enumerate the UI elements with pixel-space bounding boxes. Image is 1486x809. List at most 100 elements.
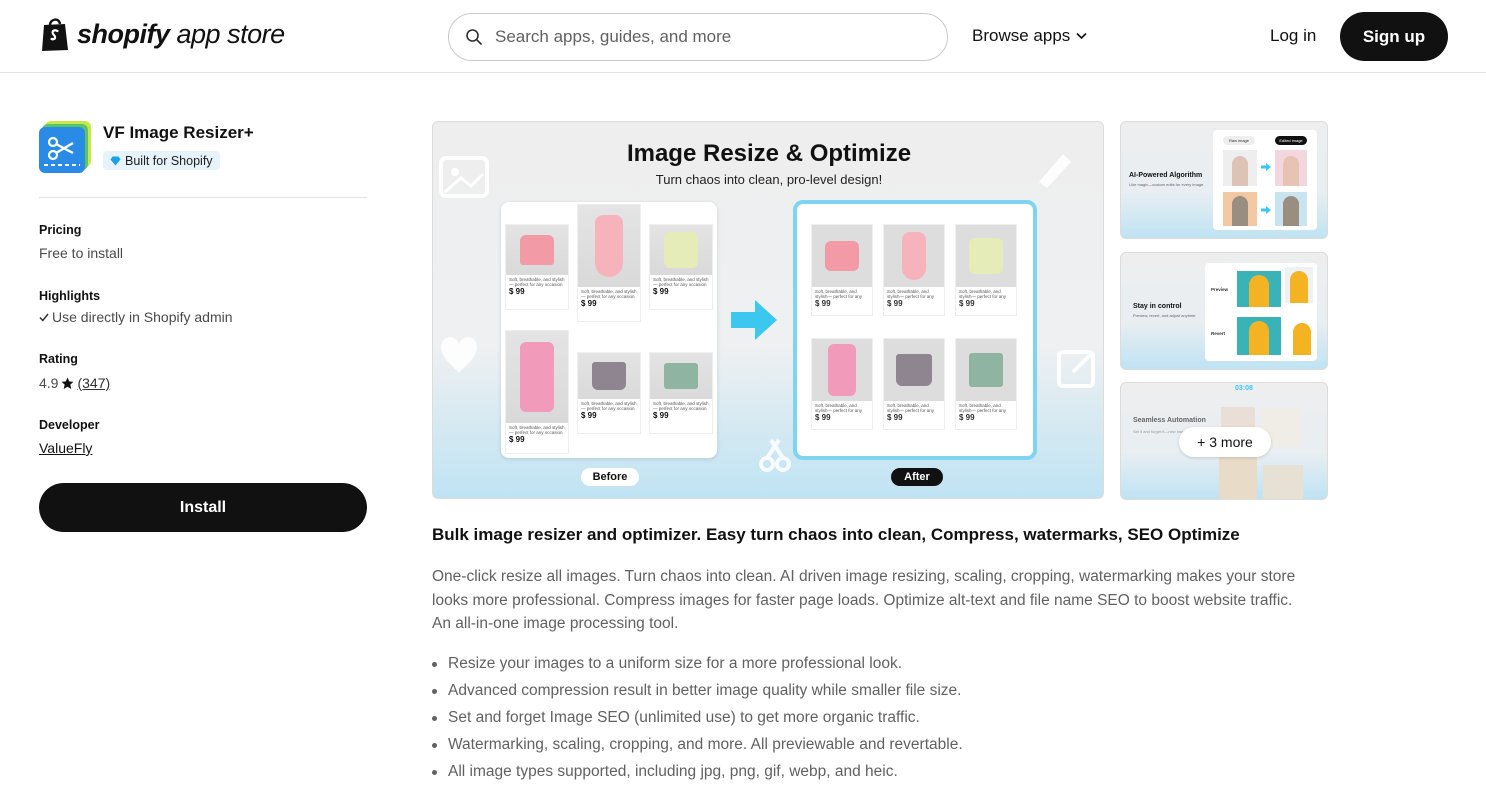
top-header: shopify app store Browse apps Log in Sig… (0, 0, 1486, 73)
product-price: $ 99 (581, 299, 597, 308)
login-link[interactable]: Log in (1270, 26, 1316, 46)
pricing-label: Pricing (39, 223, 82, 237)
blouse-image (664, 232, 698, 268)
product-caption: Soft, breathable, and stylish— perfect f… (887, 289, 935, 299)
reviews-count-link[interactable]: (347) (77, 375, 110, 391)
badge-label: Built for Shopify (125, 153, 213, 168)
developer-link[interactable]: ValueFly (39, 440, 92, 456)
product-card: Soft, breathable, and stylish— perfect f… (577, 204, 641, 322)
product-caption: Soft, breathable, and stylish— perfect f… (887, 403, 935, 413)
arrow-right-icon (731, 300, 777, 340)
browse-apps-label: Browse apps (972, 26, 1071, 45)
logo-wordmark: shopify app store (77, 18, 285, 49)
product-price: $ 99 (653, 411, 669, 420)
product-card: Soft, breathable, and stylish— perfect f… (955, 224, 1017, 316)
rating-value: 4.9 (39, 375, 59, 391)
product-price: $ 99 (815, 299, 831, 308)
thumb-clock: 03:08 (1235, 385, 1253, 392)
app-description: One-click resize all images. Turn chaos … (432, 568, 1296, 632)
thumb-card: Preview Revert (1205, 263, 1317, 361)
thumb-title: Stay in control (1133, 303, 1182, 310)
app-icon (39, 121, 91, 173)
sweater-image (520, 235, 554, 265)
hero-subtitle: Turn chaos into clean, pro-level design! (655, 172, 883, 187)
after-label: After (891, 468, 943, 486)
feature-item: Advanced compression result in better im… (432, 677, 963, 704)
product-card: Soft, breathable, and stylish— perfect f… (577, 352, 641, 434)
install-button[interactable]: Install (39, 483, 367, 532)
product-card: Soft, breathable, and stylish— perfect f… (955, 338, 1017, 430)
skirt-image (592, 362, 626, 390)
product-caption: Soft, breathable, and stylish— perfect f… (959, 403, 1007, 413)
screenshot-thumbnail-1[interactable]: AI-Powered Algorithm Like magic—custom e… (1120, 121, 1328, 239)
portrait-image (1223, 150, 1257, 186)
screenshot-thumbnail-3[interactable]: 03:08 Seamless Automation Set it and for… (1120, 382, 1328, 500)
main-screenshot[interactable]: Image Resize & Optimize Turn chaos into … (432, 121, 1104, 499)
product-caption: Soft, breathable, and stylish— perfect f… (815, 289, 863, 299)
product-price: $ 99 (959, 413, 975, 422)
highlight-item: Use directly in Shopify admin (39, 309, 233, 325)
portrait-image (1275, 192, 1307, 226)
shirt-image (520, 342, 554, 412)
product-card: Soft, breathable, and stylish— perfect f… (505, 330, 569, 454)
top-image (664, 363, 698, 389)
after-panel: Soft, breathable, and stylish— perfect f… (793, 200, 1037, 460)
portrait-image (1275, 150, 1307, 186)
product-card: Soft, breathable, and stylish— perfect f… (505, 224, 569, 310)
highlights-label: Highlights (39, 289, 101, 303)
yellow-jacket-image (1237, 271, 1281, 307)
rating-row: 4.9 (347) (39, 375, 110, 391)
product-caption: Soft, breathable, and stylish— perfect f… (581, 401, 637, 411)
feature-item: All image types supported, including jpg… (432, 758, 963, 785)
product-card: Soft, breathable, and stylish— perfect f… (649, 352, 713, 434)
product-caption: Soft, breathable, and stylish— perfect f… (959, 289, 1007, 299)
product-card: Soft, breathable, and stylish— perfect f… (811, 224, 873, 316)
product-price: $ 99 (653, 287, 669, 296)
row-label: Preview (1211, 287, 1229, 292)
row-label: Revert (1211, 331, 1226, 336)
arrow-right-icon (1261, 163, 1271, 171)
dress-image (595, 215, 623, 277)
product-price: $ 99 (959, 299, 975, 308)
product-card: Soft, breathable, and stylish— perfect f… (811, 338, 873, 430)
shopify-bag-icon (42, 18, 68, 51)
feature-item: Set and forget Image SEO (unlimited use)… (432, 704, 963, 731)
thumb-title: AI-Powered Algorithm (1129, 172, 1203, 179)
screenshot-thumbnail-2[interactable]: Stay in control Preview, revert, and adj… (1120, 252, 1328, 370)
hero-title: Image Resize & Optimize (626, 140, 912, 167)
product-price: $ 99 (509, 287, 525, 296)
thumb-tag: Raw image (1223, 136, 1255, 145)
product-card: Soft, breathable, and stylish— perfect f… (883, 224, 945, 316)
product-caption: Soft, breathable, and stylish— perfect f… (581, 289, 637, 299)
browse-apps-menu[interactable]: Browse apps (972, 26, 1087, 46)
product-price: $ 99 (887, 413, 903, 422)
pricing-value: Free to install (39, 245, 124, 261)
product-price: $ 99 (581, 411, 597, 420)
product-price: $ 99 (509, 435, 525, 444)
product-caption: Soft, breathable, and stylish— perfect f… (815, 403, 863, 413)
product-caption: Soft, breathable, and stylish— perfect f… (653, 277, 709, 287)
chevron-down-icon (1076, 32, 1087, 40)
shopify-app-store-logo[interactable]: shopify app store (39, 16, 285, 52)
app-name: VF Image Resizer+ (103, 123, 254, 142)
feature-item: Resize your images to a uniform size for… (432, 650, 963, 677)
feature-item: Watermarking, scaling, cropping, and mor… (432, 731, 963, 758)
thumb-subtitle: Like magic—custom edits for every image. (1129, 182, 1205, 187)
product-card: Soft, breathable, and stylish— perfect f… (883, 338, 945, 430)
more-screenshots-button[interactable]: + 3 more (1179, 427, 1271, 457)
highlight-text: Use directly in Shopify admin (52, 309, 233, 325)
rating-label: Rating (39, 352, 78, 366)
yellow-jacket-image (1285, 267, 1313, 303)
product-price: $ 99 (815, 413, 831, 422)
search-input[interactable] (495, 27, 915, 47)
before-label: Before (581, 468, 639, 486)
portrait-image (1219, 457, 1257, 499)
thumb-subtitle: Preview, revert, and adjust anytime. (1133, 313, 1197, 318)
yellow-jacket-image (1237, 317, 1281, 355)
thumb-card: Raw image Edited image (1213, 130, 1317, 230)
search-bar[interactable] (448, 13, 948, 61)
signup-button[interactable]: Sign up (1340, 12, 1448, 61)
arrow-right-icon (1261, 206, 1271, 214)
diamond-icon (110, 156, 121, 165)
built-for-shopify-badge[interactable]: Built for Shopify (103, 151, 220, 170)
